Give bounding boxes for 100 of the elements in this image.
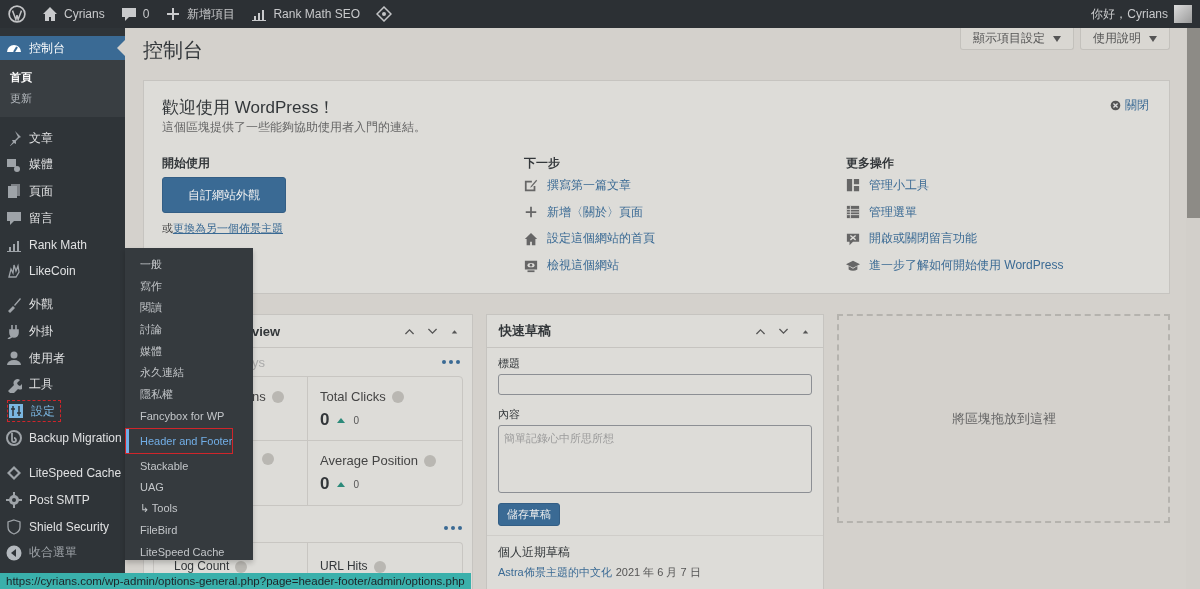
flyout-item[interactable]: 隱私權 [125, 383, 253, 406]
stat-label: ns [252, 389, 266, 404]
shield-icon [6, 518, 22, 535]
welcome-link[interactable]: 開啟或關閉留言功能 [846, 225, 977, 253]
widget-title: view [252, 323, 281, 339]
sidebar-item[interactable]: Rank Math [0, 231, 125, 258]
screen-options-button[interactable]: 顯示項目設定 [960, 28, 1074, 50]
page-title: 控制台 [143, 38, 203, 62]
column-heading: 下一步 [524, 155, 560, 171]
new-item-link[interactable]: 新增項目 [165, 5, 236, 23]
settings-icon [8, 403, 24, 420]
screen-options-button[interactable]: 使用說明 [1080, 28, 1170, 50]
sidebar-item[interactable]: 外觀 [0, 291, 125, 319]
stat-label: Total Clicks [320, 389, 386, 404]
welcome-link[interactable]: 管理小工具 [846, 172, 929, 199]
diamond-icon [376, 6, 393, 22]
collapse-menu-button[interactable]: 收合選單 [0, 539, 83, 566]
flyout-item[interactable]: 媒體 [125, 340, 253, 362]
flyout-item[interactable]: ↳ Tools [125, 497, 253, 520]
flyout-item[interactable]: 寫作 [125, 275, 253, 298]
theme-note: 或更換為另一個佈景主題 [162, 221, 283, 235]
sidebar-item[interactable]: 文章 [0, 125, 125, 152]
sidebar-item[interactable]: Post SMTP [0, 486, 125, 514]
sidebar-item[interactable]: Backup Migration [0, 424, 128, 452]
site-link[interactable]: Cyrians [42, 6, 105, 22]
user-icon [6, 350, 22, 367]
comments-link[interactable]: 0 [120, 6, 150, 22]
eye-icon [524, 258, 538, 273]
more-icon[interactable] [442, 360, 460, 364]
wordpress-logo-icon [8, 5, 26, 23]
theme-link[interactable]: 更換為另一個佈景主題 [173, 222, 283, 234]
sidebar-item[interactable]: 設定 [7, 400, 61, 423]
welcome-link[interactable]: 撰寫第一篇文章 [524, 172, 631, 199]
media-icon [6, 156, 22, 173]
comment-off-icon [846, 232, 860, 246]
welcome-link[interactable]: 進一步了解如何開始使用 WordPress [846, 252, 1064, 280]
sidebar-item[interactable]: Shield Security [0, 513, 125, 540]
recent-drafts-heading: 個人近期草稿 [498, 544, 570, 560]
field-label: 標題 [498, 356, 520, 370]
avatar[interactable] [1174, 5, 1192, 23]
customize-button[interactable]: 自訂網站外觀 [162, 177, 286, 213]
widgets-icon [846, 178, 860, 193]
sidebar-item[interactable]: 使用者 [0, 344, 125, 372]
submenu-item[interactable]: 首頁 [0, 67, 125, 88]
welcome-link[interactable]: 檢視這個網站 [524, 252, 619, 280]
edit-icon [524, 178, 538, 193]
flyout-item[interactable]: FileBird [125, 519, 253, 542]
sidebar-item[interactable]: 外掛 [0, 318, 125, 345]
flyout-item[interactable]: 閱讀 [125, 297, 253, 319]
welcome-link[interactable]: 設定這個網站的首頁 [524, 225, 655, 253]
stat-value: 0 [320, 410, 330, 430]
flyout-item[interactable]: UAG [125, 476, 253, 498]
stat-value: 0 [320, 474, 330, 494]
stat-label: Average Position [320, 453, 419, 468]
flyout-item[interactable]: Stackable [125, 454, 253, 477]
sidebar-item[interactable]: 控制台 [0, 36, 125, 60]
drop-zone: 將區塊拖放到這裡 [837, 314, 1170, 523]
up-arrow-icon [337, 481, 346, 487]
sidebar-item[interactable]: LikeCoin [0, 257, 125, 285]
draft-date: 2021 年 6 月 7 日 [615, 565, 701, 579]
more-icon[interactable] [444, 526, 462, 530]
seo-link[interactable]: Rank Math SEO [251, 6, 361, 22]
sidebar-item[interactable]: 留言 [0, 204, 125, 232]
welcome-title: 歡迎使用 WordPress！ [162, 97, 336, 119]
speech-bubble-icon [6, 210, 22, 227]
flyout-item[interactable]: 永久連結 [125, 361, 253, 384]
sidebar-item[interactable]: 工具 [0, 371, 125, 398]
stat-change: 0 [353, 414, 360, 426]
home-icon [42, 6, 58, 22]
flyout-item[interactable]: Header and Footer [126, 428, 232, 453]
welcome-subtitle: 這個區塊提供了一些能夠協助使用者入門的連結。 [162, 119, 426, 135]
field-label: 內容 [498, 407, 520, 421]
flyout-item[interactable]: 討論 [125, 318, 253, 341]
welcome-link[interactable]: 新增〈關於〉頁面 [524, 198, 643, 226]
gear-icon [6, 492, 22, 508]
plus-icon [165, 6, 182, 22]
dismiss-link[interactable]: 關閉 [1110, 97, 1149, 114]
list-icon [846, 205, 860, 220]
wrench-icon [6, 376, 22, 393]
welcome-link[interactable]: 管理選單 [846, 198, 917, 226]
up-arrow-icon [337, 417, 346, 423]
status-url: https://cyrians.com/wp-admin/options-general.php?page=header-footer/admin/options.php [0, 573, 471, 589]
title-field[interactable] [498, 374, 812, 395]
flyout-item[interactable]: Fancybox for WP [125, 405, 253, 427]
circle-logo-icon [6, 429, 22, 446]
draft-link[interactable]: Astra佈景主題的中文化 [498, 565, 612, 579]
submenu-item[interactable]: 更新 [0, 88, 125, 109]
graduation-cap-icon [846, 258, 860, 273]
save-draft-button[interactable]: 儲存草稿 [498, 503, 560, 526]
sidebar-item[interactable]: 媒體 [0, 151, 125, 179]
pages-icon [6, 183, 22, 200]
flyout-item[interactable]: 一般 [125, 254, 253, 276]
sidebar-item[interactable]: 頁面 [0, 178, 125, 205]
sidebar-item[interactable]: LiteSpeed Cache [0, 460, 128, 487]
stat-label: Log Count [174, 560, 230, 573]
stat-label: URL Hits [320, 560, 368, 573]
home-icon [524, 232, 538, 246]
speech-bubble-icon [120, 6, 137, 22]
greeting-link[interactable]: 你好，Cyrians [1091, 5, 1168, 23]
close-icon [1110, 100, 1121, 111]
